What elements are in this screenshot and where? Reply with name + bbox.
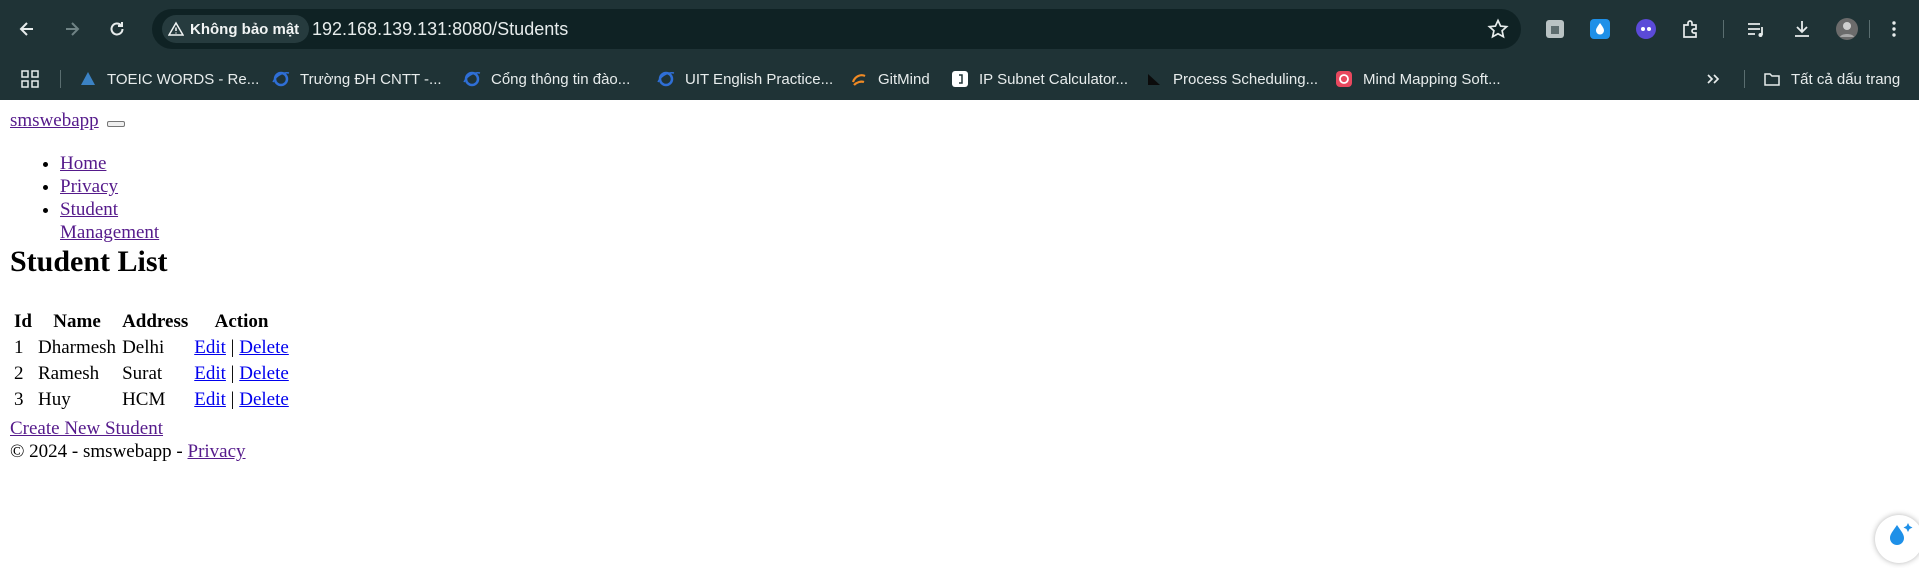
nav-menu: Home Privacy Student Management [10, 152, 159, 244]
nav-item-student-management: Student Management [60, 198, 159, 244]
bookmark-item[interactable]: Cổng thông tin đào... [463, 66, 630, 92]
all-bookmarks-folder[interactable]: Tất cả dấu trang [1763, 66, 1900, 92]
delete-link[interactable]: Delete [239, 363, 289, 384]
ie-icon [272, 71, 290, 87]
gitmind-icon [851, 74, 866, 86]
nav-item-privacy: Privacy [60, 175, 159, 198]
footer: © 2024 - smswebapp - Privacy [10, 441, 246, 463]
folder-icon [1764, 73, 1780, 86]
toolbar-divider [1723, 20, 1724, 38]
table-row: 1 Dharmesh Delhi Edit | Delete [12, 336, 291, 360]
cell-id: 1 [14, 337, 24, 358]
cell-action: Edit | Delete [192, 336, 291, 360]
assistant-extension-icon[interactable] [1632, 15, 1660, 43]
extension-1-icon[interactable] [1541, 15, 1569, 43]
column-header-action: Action [214, 311, 269, 332]
warning-icon [168, 21, 184, 36]
privacy-link[interactable]: Privacy [60, 176, 118, 197]
action-separator: | [230, 337, 235, 358]
bookmark-item[interactable]: Mind Mapping Soft... [1335, 66, 1501, 92]
footer-copyright: © 2024 - smswebapp - [10, 441, 183, 462]
mindmap-icon [1336, 71, 1352, 87]
bookmark-item[interactable]: GitMind [850, 66, 930, 92]
column-header-address: Address [122, 311, 189, 332]
cell-address: HCM [122, 389, 166, 410]
cell-name: Huy [37, 389, 71, 410]
page-title: Student List [10, 245, 168, 278]
brand-link[interactable]: smswebapp [10, 110, 99, 131]
delete-link[interactable]: Delete [239, 389, 289, 410]
forward-arrow-icon [66, 22, 80, 36]
cell-id: 3 [14, 389, 24, 410]
forward-button[interactable] [57, 14, 87, 44]
bookmark-item[interactable]: UIT English Practice... [657, 66, 833, 92]
navbar-toggler-button[interactable] [107, 120, 126, 127]
navbar: smswebapp [10, 110, 126, 132]
bookmark-item[interactable]: IP Subnet Calculator... [951, 66, 1128, 92]
toeic-icon [81, 72, 95, 85]
cell-address: Surat [122, 363, 163, 384]
bookmarks-divider [60, 70, 61, 88]
student-management-link[interactable]: Student Management [60, 199, 159, 243]
edit-link[interactable]: Edit [194, 363, 226, 384]
footer-privacy-link[interactable]: Privacy [188, 441, 246, 462]
bookmarks-divider [1744, 70, 1745, 88]
table-row: 3 Huy HCM Edit | Delete [12, 388, 291, 412]
profile-avatar-icon[interactable] [1833, 15, 1861, 43]
nav-item-home: Home [60, 152, 159, 175]
triangle-icon [1148, 74, 1160, 85]
browser-toolbar: Không bảo mật 192.168.139.131:8080/Stude… [0, 0, 1919, 58]
download-icon[interactable] [1788, 15, 1816, 43]
student-table: Id Name Address Action 1 Dharmesh Delhi … [10, 308, 293, 414]
url-text[interactable]: 192.168.139.131:8080/Students [312, 19, 568, 40]
table-row: 2 Ramesh Surat Edit | Delete [12, 362, 291, 386]
reload-button[interactable] [102, 14, 132, 44]
home-link[interactable]: Home [60, 153, 106, 174]
water-drop-extension-icon[interactable] [1586, 15, 1614, 43]
cell-action: Edit | Delete [192, 388, 291, 412]
media-control-icon[interactable] [1742, 15, 1770, 43]
back-button[interactable] [12, 14, 42, 44]
edit-link[interactable]: Edit [194, 337, 226, 358]
apps-grid-icon[interactable] [20, 66, 40, 92]
more-bookmarks-chevron-icon[interactable] [1704, 66, 1722, 92]
bookmark-item[interactable]: TOEIC WORDS - Re... [79, 66, 259, 92]
cell-name: Ramesh [37, 363, 100, 384]
edit-link[interactable]: Edit [194, 389, 226, 410]
bookmark-star-icon[interactable] [1487, 18, 1509, 40]
extensions-puzzle-icon[interactable] [1677, 15, 1705, 43]
reload-icon [110, 22, 124, 36]
bookmarks-bar: TOEIC WORDS - Re... Trường ĐH CNTT -... … [0, 58, 1919, 100]
action-separator: | [230, 389, 235, 410]
toolbar-divider [1869, 20, 1870, 38]
create-new-row: Create New Student [10, 418, 163, 440]
cell-id: 2 [14, 363, 24, 384]
back-arrow-icon [19, 22, 33, 36]
address-bar[interactable]: Không bảo mật 192.168.139.131:8080/Stude… [152, 9, 1521, 49]
column-header-name: Name [53, 311, 101, 332]
bookmark-item[interactable]: Trường ĐH CNTT -... [272, 66, 442, 92]
delete-link[interactable]: Delete [239, 337, 289, 358]
bookmark-item[interactable]: Process Scheduling... [1145, 66, 1318, 92]
browser-chrome: Không bảo mật 192.168.139.131:8080/Stude… [0, 0, 1919, 100]
column-header-id: Id [14, 311, 32, 332]
table-header-row: Id Name Address Action [12, 310, 291, 334]
security-chip[interactable]: Không bảo mật [162, 15, 310, 43]
ie-icon [657, 71, 675, 87]
ie-icon [463, 71, 481, 87]
doc-icon [952, 71, 968, 87]
floating-assistant-button[interactable] [1875, 515, 1919, 563]
cell-name: Dharmesh [37, 337, 117, 358]
cell-address: Delhi [122, 337, 165, 358]
security-label: Không bảo mật [190, 20, 300, 38]
cell-action: Edit | Delete [192, 362, 291, 386]
sparkle-drop-icon [1890, 523, 1913, 545]
create-new-student-link[interactable]: Create New Student [10, 418, 163, 439]
menu-kebab-icon[interactable] [1880, 15, 1908, 43]
action-separator: | [230, 363, 235, 384]
